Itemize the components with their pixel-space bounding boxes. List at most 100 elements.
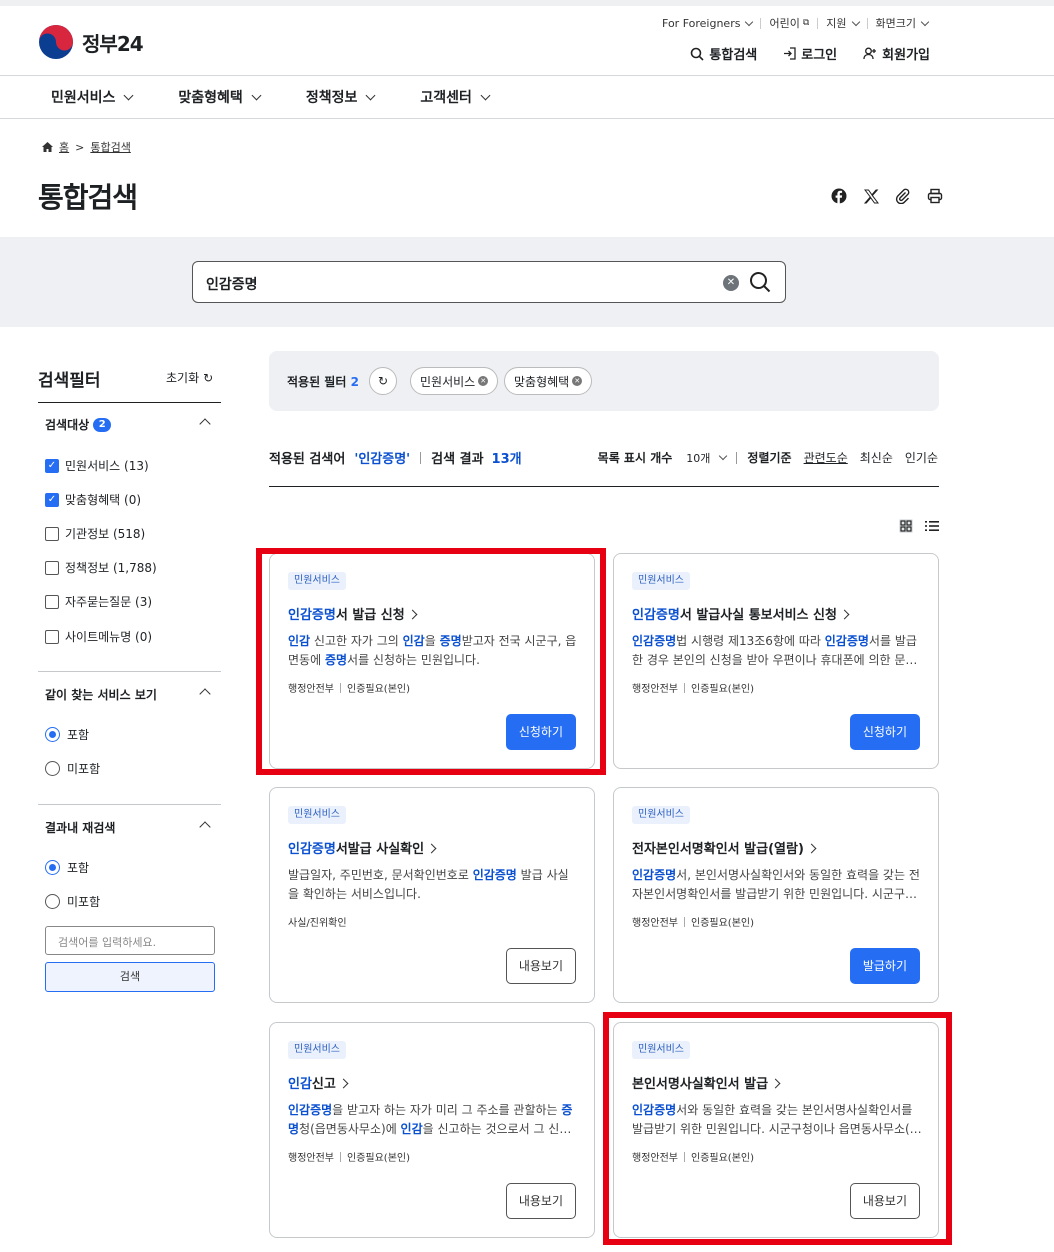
card-title-link[interactable]: 인감증명서발급 사실확인 [288, 838, 437, 857]
sort-relevance[interactable]: 관련도순 [804, 449, 848, 466]
radio-icon[interactable] [45, 894, 60, 909]
result-count: 13개 [491, 452, 522, 467]
filter-option-policy[interactable]: 정책정보 (1,788) [45, 559, 157, 576]
util-support[interactable]: 지원 [817, 17, 866, 29]
together-include-radio[interactable]: 포함 [45, 726, 89, 743]
result-card: 민원서비스 인감증명서 발급사실 통보서비스 신청 인감증명법 시행령 제13조6항… [613, 553, 939, 769]
utility-bar: For Foreigners 어린이 ⧉ 지원 화면크기 [654, 17, 936, 29]
chevron-up-icon [199, 821, 211, 833]
sort-latest[interactable]: 최신순 [860, 449, 893, 466]
main-nav: 민원서비스 맞춤형혜택 정책정보 고객센터 [51, 87, 535, 107]
print-icon[interactable] [926, 187, 944, 205]
filter-chip-benefit[interactable]: 맞춤형혜택 ✕ [504, 367, 593, 395]
filter-chip-civil[interactable]: 민원서비스 ✕ [410, 367, 499, 395]
refresh-icon[interactable]: ↻ [369, 367, 397, 395]
chevron-down-icon [719, 451, 728, 460]
link-copy-icon[interactable] [894, 187, 912, 205]
card-meta: 행정안전부 인증필요(본인) [632, 916, 755, 929]
remove-icon[interactable]: ✕ [572, 376, 583, 386]
filter-option-faq[interactable]: 자주묻는질문 (3) [45, 593, 152, 610]
clear-icon[interactable]: ✕ [723, 275, 739, 291]
card-title-link[interactable]: 인감신고 [288, 1073, 349, 1092]
view-detail-button[interactable]: 내용보기 [505, 1183, 576, 1219]
card-meta: 행정안전부 인증필요(본인) [632, 682, 755, 695]
card-title-link[interactable]: 인감증명서 발급사실 통보서비스 신청 [632, 604, 850, 623]
external-link-icon: ⧉ [802, 18, 810, 28]
search-input[interactable]: 인감증명 [206, 274, 258, 294]
filter-target-header[interactable]: 검색대상 2 [45, 416, 215, 433]
nav-civil-service[interactable]: 민원서비스 [51, 87, 134, 107]
card-meta: 사실/진위확인 [288, 918, 347, 929]
checkbox-icon[interactable] [45, 594, 59, 609]
chevron-down-icon [251, 90, 262, 100]
taegeuk-logo-icon [39, 25, 73, 59]
card-description: 인감증명을 받고자 하는 자가 미리 그 주소를 관할하는 증명청(읍면동사무소… [288, 1103, 573, 1136]
chevron-down-icon [851, 17, 860, 26]
util-kids[interactable]: 어린이 ⧉ [760, 18, 817, 29]
view-detail-button[interactable]: 내용보기 [505, 948, 576, 984]
apply-button[interactable]: 발급하기 [849, 948, 920, 984]
research-exclude-radio[interactable]: 미포함 [45, 893, 100, 910]
logo[interactable]: 정부24 [38, 24, 144, 60]
checkbox-checked-icon[interactable]: ✓ [45, 492, 59, 507]
chevron-up-icon [199, 688, 211, 700]
research-header[interactable]: 결과내 재검색 [45, 819, 215, 836]
category-tag: 민원서비스 [288, 1041, 346, 1059]
result-card: 민원서비스인감신고인감증명을 받고자 하는 자가 미리 그 주소를 관할하는 증… [269, 1022, 595, 1238]
filter-divider [38, 402, 221, 403]
chevron-up-icon [199, 418, 211, 430]
filter-option-civil[interactable]: ✓ 민원서비스 (13) [45, 457, 149, 474]
research-include-radio[interactable]: 포함 [45, 859, 89, 876]
nav-customer-center[interactable]: 고객센터 [420, 87, 491, 107]
list-view-icon[interactable] [924, 518, 940, 534]
checkbox-icon[interactable] [45, 629, 59, 644]
breadcrumb-current[interactable]: 통합검색 [90, 139, 130, 155]
applied-query: '인감증명' [354, 452, 411, 467]
facebook-icon[interactable] [830, 187, 848, 205]
together-exclude-radio[interactable]: 미포함 [45, 760, 100, 777]
refresh-icon: ↻ [203, 370, 214, 385]
annotation-box [603, 1012, 952, 1245]
chevron-down-icon [365, 90, 376, 100]
card-title-link[interactable]: 전자본인서명확인서 발급(열람) [632, 838, 817, 857]
research-input[interactable]: 검색어를 입력하세요. [45, 926, 215, 955]
x-twitter-icon[interactable] [862, 187, 880, 205]
result-summary: 적용된 검색어 '인감증명' 검색 결과 13개 [269, 448, 522, 467]
radio-selected-icon[interactable] [45, 727, 60, 742]
research-button[interactable]: 검색 [45, 962, 215, 992]
card-description: 인감증명법 시행령 제13조6항에 따라 인감증명서를 발급한 경우 본인의 신… [632, 634, 918, 667]
radio-icon[interactable] [45, 761, 60, 776]
nav-policy[interactable]: 정책정보 [306, 87, 376, 107]
card-description: 인감증명서, 본인서명사실확인서와 동일한 효력을 갖는 전자본인서명확인서를 … [632, 868, 920, 901]
top-strip [0, 0, 1054, 6]
search-box[interactable]: 인감증명 ✕ [192, 261, 786, 303]
filter-option-benefit[interactable]: ✓ 맞춤형혜택 (0) [45, 491, 141, 508]
filter-option-agency[interactable]: 기관정보 (518) [45, 525, 145, 542]
chevron-right-icon [839, 609, 850, 620]
signup-link[interactable]: 회원가입 [863, 44, 930, 63]
page-size-select[interactable]: 10개 [686, 450, 728, 466]
remove-icon[interactable]: ✕ [478, 376, 489, 386]
util-screen-size[interactable]: 화면크기 [866, 17, 936, 29]
together-service-header[interactable]: 같이 찾는 서비스 보기 [45, 686, 215, 703]
checkbox-icon[interactable] [45, 560, 59, 575]
integrated-search-link[interactable]: 통합검색 [690, 44, 757, 63]
login-link[interactable]: 로그인 [783, 44, 837, 63]
checkbox-icon[interactable] [45, 526, 59, 541]
nav-benefits[interactable]: 맞춤형혜택 [178, 87, 262, 107]
sort-popular[interactable]: 인기순 [905, 449, 938, 466]
filter-option-sitemenu[interactable]: 사이트메뉴명 (0) [45, 628, 152, 645]
login-icon [784, 47, 796, 60]
apply-button[interactable]: 신청하기 [849, 714, 920, 750]
util-foreigners[interactable]: For Foreigners [654, 17, 760, 29]
chevron-down-icon [480, 90, 491, 100]
filter-reset-button[interactable]: 초기화 ↻ [166, 369, 213, 386]
checkbox-checked-icon[interactable]: ✓ [45, 458, 59, 473]
grid-view-icon[interactable] [898, 518, 914, 534]
search-icon[interactable] [749, 271, 771, 293]
applied-filter-label: 적용된 필터 2 [287, 375, 359, 389]
breadcrumb-home[interactable]: 홈 [59, 139, 69, 155]
result-divider [269, 486, 939, 487]
logo-text: 정부24 [82, 31, 144, 56]
radio-selected-icon[interactable] [45, 860, 60, 875]
